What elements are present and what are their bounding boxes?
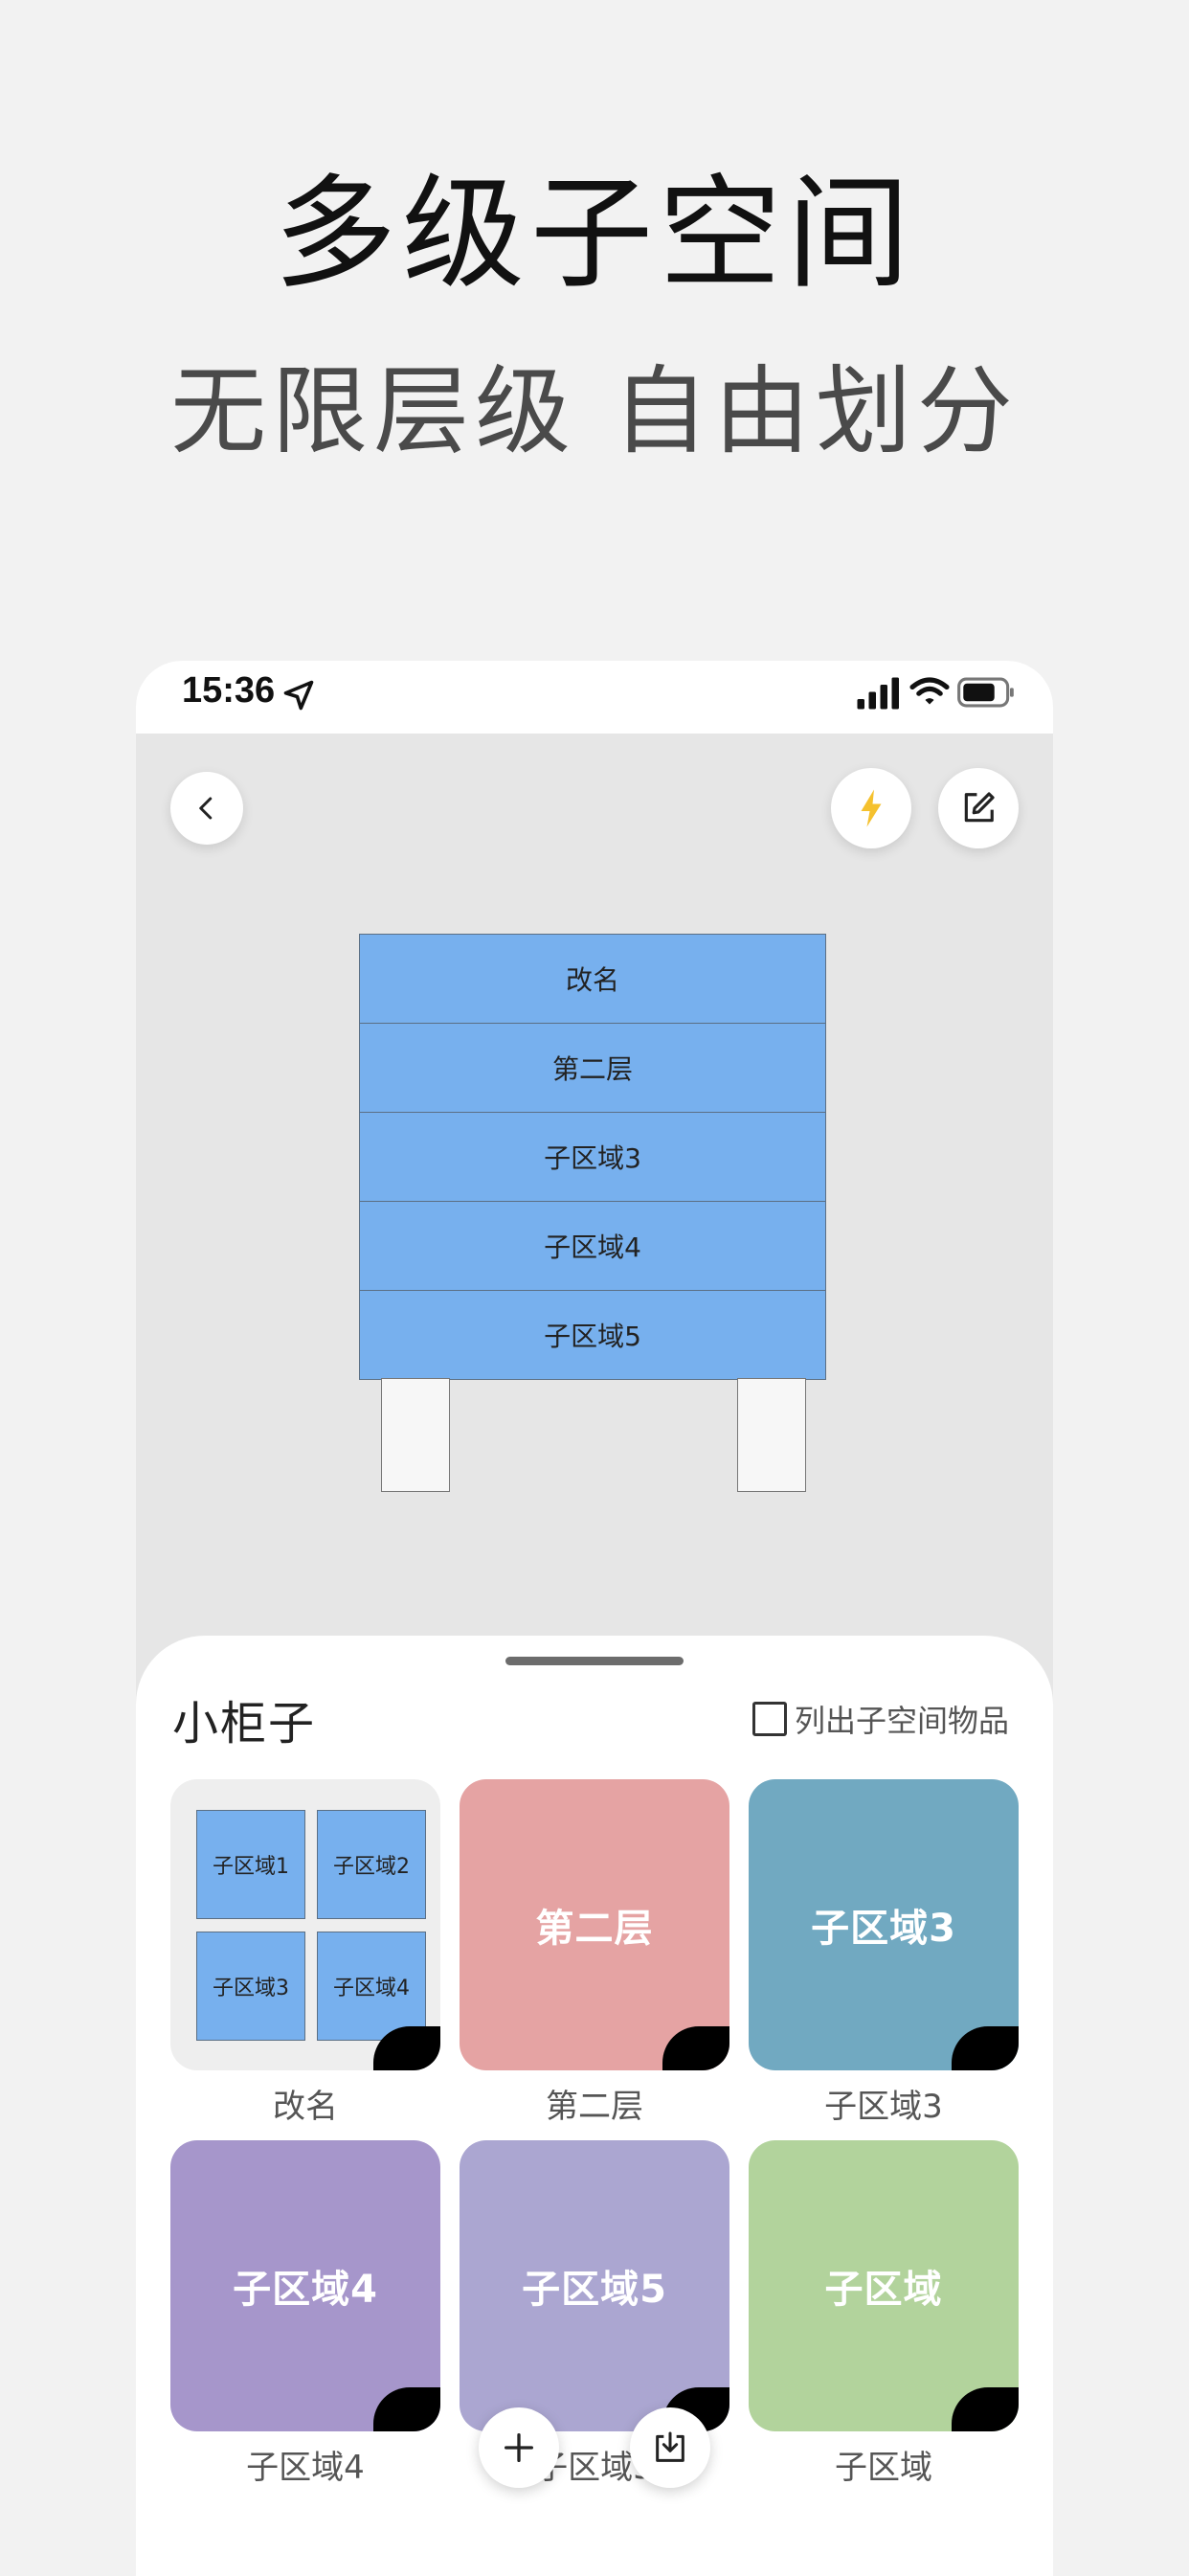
checkbox[interactable] — [752, 1702, 787, 1736]
card-title: 子区域3 — [811, 1907, 956, 1951]
space-card[interactable]: 子区域4 — [170, 2140, 440, 2431]
location-arrow-icon — [283, 680, 314, 711]
cabinet-drawer[interactable]: 子区域3 — [359, 1113, 826, 1202]
cabinet-leg-right — [737, 1378, 806, 1492]
sheet-title: 小柜子 — [172, 1697, 317, 1751]
card-corner — [373, 2387, 440, 2431]
space-card[interactable]: 第二层 — [460, 1779, 729, 2070]
signal-icon — [857, 677, 899, 710]
mini-region: 子区域2 — [317, 1810, 426, 1919]
promo-title: 多级子空间 — [273, 163, 915, 305]
space-card[interactable]: 子区域5 — [460, 2140, 729, 2431]
back-button[interactable] — [170, 772, 243, 845]
battery-icon — [957, 677, 1014, 708]
lightning-icon — [861, 789, 882, 827]
promo-subtitle: 无限层级 自由划分 — [170, 355, 1019, 467]
edit-button[interactable] — [938, 768, 1019, 848]
list-sub-items-toggle[interactable]: 列出子空间物品 — [752, 1697, 1009, 1741]
card-label: 子区域4 — [246, 2449, 365, 2487]
bottom-sheet: 小柜子 列出子空间物品 子区域1 子区域2 子区域3 子区域4 改名 第二层 第… — [136, 1636, 1053, 2576]
download-tray-icon — [656, 2431, 684, 2462]
card-title: 子区域5 — [522, 2268, 667, 2312]
mini-region: 子区域1 — [196, 1810, 305, 1919]
mini-region: 子区域3 — [196, 1932, 305, 2041]
edit-icon — [964, 792, 995, 823]
cabinet-drawer[interactable]: 第二层 — [359, 1024, 826, 1113]
card-label: 改名 — [273, 2088, 338, 2126]
export-button[interactable] — [630, 2407, 710, 2488]
cabinet-diagram: 改名 第二层 子区域3 子区域4 子区域5 — [359, 934, 826, 1380]
checkbox-label: 列出子空间物品 — [795, 1703, 1010, 1739]
space-card[interactable]: 子区域3 — [749, 1779, 1019, 2070]
cabinet-drawer[interactable]: 子区域4 — [359, 1202, 826, 1291]
card-corner — [952, 2026, 1019, 2070]
card-corner — [952, 2387, 1019, 2431]
space-card[interactable]: 子区域 — [749, 2140, 1019, 2431]
cabinet-leg-left — [381, 1378, 450, 1492]
cabinet-drawer[interactable]: 改名 — [359, 934, 826, 1024]
chevron-left-icon — [199, 797, 213, 820]
space-card[interactable]: 子区域1 子区域2 子区域3 子区域4 — [170, 1779, 440, 2070]
mini-region: 子区域4 — [317, 1932, 426, 2041]
sheet-drag-handle[interactable] — [505, 1657, 684, 1665]
plus-icon — [505, 2433, 533, 2462]
status-time: 15:36 — [182, 670, 276, 711]
card-title: 子区域4 — [233, 2268, 378, 2312]
phone-screen: 15:36 改名 第二层 子区域3 子区域4 子区域5 小柜子 列出子空间物品 … — [136, 661, 1053, 2576]
quick-action-button[interactable] — [831, 768, 911, 848]
wifi-icon — [909, 677, 950, 705]
card-corner — [662, 2026, 729, 2070]
card-title: 第二层 — [535, 1907, 654, 1951]
status-bar: 15:36 — [136, 661, 1053, 734]
card-label: 子区域3 — [824, 2088, 943, 2126]
cabinet-drawer[interactable]: 子区域5 — [359, 1291, 826, 1380]
card-label: 子区域 — [835, 2449, 932, 2487]
card-title: 子区域 — [824, 2268, 943, 2312]
add-button[interactable] — [479, 2407, 559, 2488]
card-label: 第二层 — [546, 2088, 643, 2126]
